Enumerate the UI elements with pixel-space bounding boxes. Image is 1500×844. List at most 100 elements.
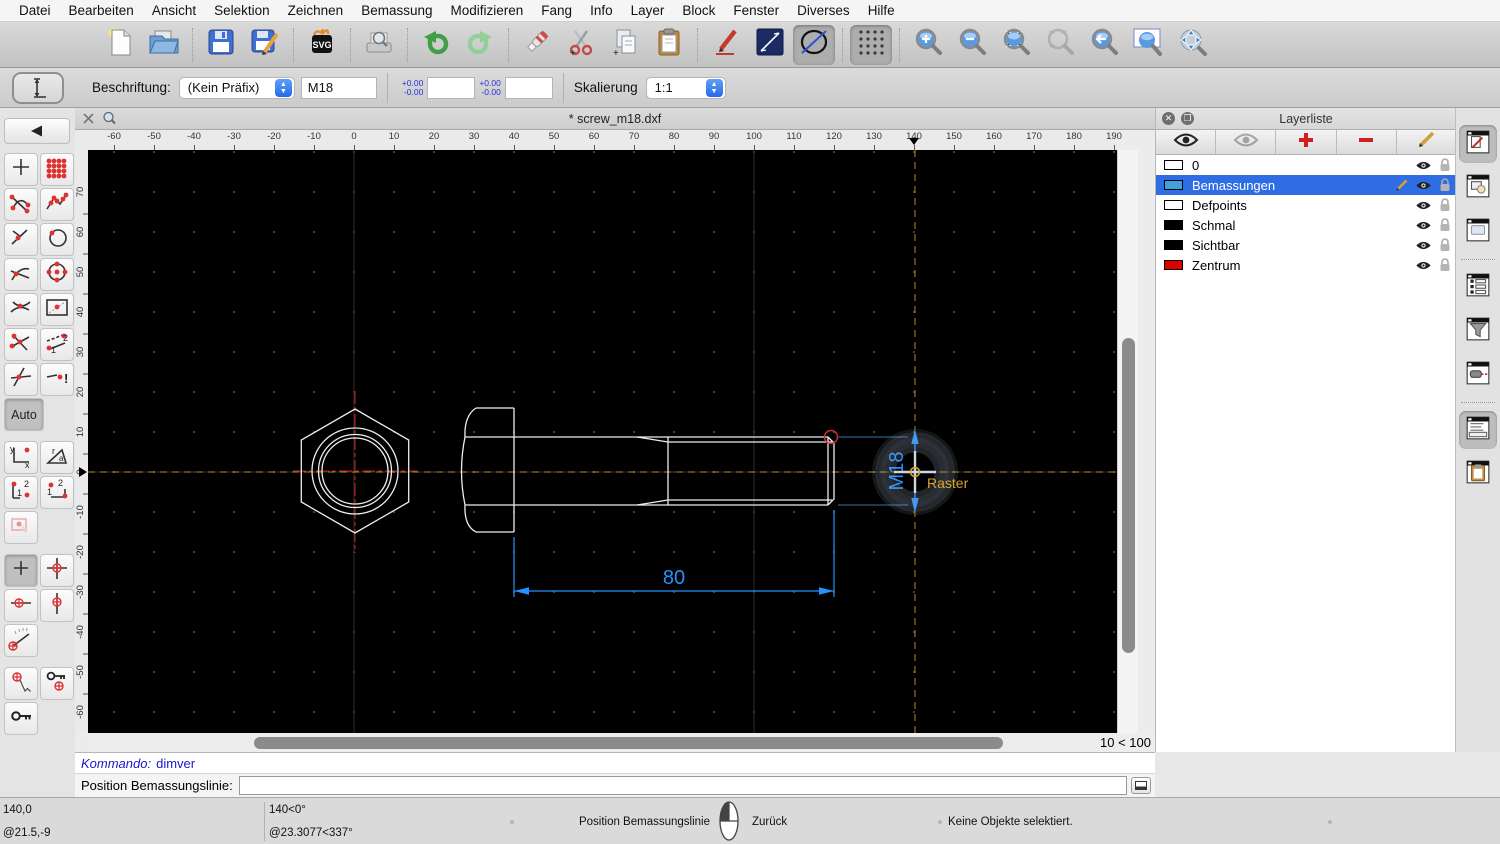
property-editor-toggle-button[interactable] [1459,125,1497,163]
selection-tool-button[interactable] [4,511,38,544]
horizontal-scrollbar[interactable]: 10 < 100 [88,733,1155,753]
layer-row-defpoints[interactable]: Defpoints [1156,195,1456,215]
zoom-window-button[interactable] [1127,25,1169,65]
layer-lock-icon[interactable] [1434,158,1456,172]
snap-middle-button[interactable] [4,293,38,326]
zoom-auto-button[interactable] [995,25,1037,65]
menu-datei[interactable]: Datei [10,0,60,22]
snap-tangent-button[interactable] [4,258,38,291]
menu-selektion[interactable]: Selektion [205,0,279,22]
circle-attributes-button[interactable] [793,24,835,65]
panel-close-icon[interactable]: ✕ [1162,112,1175,125]
layer-visibility-icon[interactable] [1412,240,1434,251]
zoom-pan-button[interactable] [1171,25,1213,65]
layer-color-swatch[interactable] [1164,260,1183,270]
menu-zeichnen[interactable]: Zeichnen [279,0,353,22]
restrict-off-button[interactable] [4,554,38,587]
dimension-80[interactable]: 80 [513,510,835,597]
menu-fenster[interactable]: Fenster [724,0,788,22]
layer-visibility-icon[interactable] [1412,180,1434,191]
panel-detach-icon[interactable]: ❐ [1181,112,1194,125]
tolerance1-input[interactable] [427,76,476,99]
layer-edit-pencil-icon[interactable] [1390,179,1412,192]
copy-button[interactable]: + [604,25,646,65]
layer-row-zentrum[interactable]: Zentrum [1156,255,1456,275]
redo-button[interactable] [459,25,501,65]
library-browser-toggle-button[interactable] [1459,213,1497,251]
snap-perpendicular-button[interactable] [4,223,38,256]
menu-fang[interactable]: Fang [532,0,581,22]
zoom-selection-button[interactable] [1039,25,1081,65]
grid-toggle-button[interactable] [850,24,892,65]
command-line-toggle-button[interactable] [1459,411,1497,449]
remove-layer-button[interactable] [1337,130,1397,154]
undo-button[interactable] [415,25,457,65]
save-button[interactable] [200,25,242,65]
restrict-orthogonal-button[interactable] [40,554,74,587]
menu-bearbeiten[interactable]: Bearbeiten [60,0,143,22]
layer-color-swatch[interactable] [1164,220,1183,230]
snap-entity-point-button[interactable] [40,223,74,256]
dimension-text-input[interactable] [300,76,377,99]
drawing-canvas[interactable]: 80 M18 Raster [88,150,1117,733]
print-preview-button[interactable] [358,25,400,65]
coord-polar-button[interactable]: ra [40,441,74,474]
angle-meter-button[interactable] [4,624,38,657]
paste-button[interactable] [648,25,690,65]
scale-combobox[interactable]: 1:1 ▲ ▼ [645,76,726,99]
snap-exclude-button[interactable]: ! [40,363,74,396]
line-attributes-button[interactable] [749,25,791,65]
restrict-vertical-button[interactable] [40,589,74,622]
hide-all-layers-button[interactable] [1216,130,1277,154]
svg-export-button[interactable]: SVG [301,25,343,65]
layer-visibility-icon[interactable] [1412,260,1434,271]
horizontal-scrollbar-thumb[interactable] [254,737,1003,749]
zoom-out-button[interactable] [951,25,993,65]
layer-lock-icon[interactable] [1434,198,1456,212]
lock-relative-zero-button[interactable] [4,702,38,735]
command-trigger-toggle-button[interactable] [1459,356,1497,394]
tolerance2-input[interactable] [504,76,553,99]
layer-row-bemassungen[interactable]: Bemassungen [1156,175,1456,195]
save-as-button[interactable] [244,25,286,65]
layer-lock-icon[interactable] [1434,178,1456,192]
menu-diverses[interactable]: Diverses [788,0,859,22]
layer-lock-icon[interactable] [1434,218,1456,232]
open-file-button[interactable] [143,25,185,65]
set-relative-zero-button[interactable] [40,667,74,700]
prefix-combobox[interactable]: (Kein Präfix) ▲ ▼ [178,76,295,99]
selection-filter-toggle-button[interactable] [1459,312,1497,350]
block-list-toggle-button[interactable] [1459,169,1497,207]
menu-modifizieren[interactable]: Modifizieren [442,0,533,22]
snap-free-button[interactable] [4,153,38,186]
delete-button[interactable] [516,25,558,65]
layer-row-sichtbar[interactable]: Sichtbar [1156,235,1456,255]
layer-visibility-icon[interactable] [1412,200,1434,211]
command-input[interactable] [238,776,1127,795]
snap-endpoints-button[interactable] [4,188,38,221]
layer-row-0[interactable]: 0 [1156,155,1456,175]
vertical-scrollbar[interactable] [1117,150,1138,733]
coord-corner-1-button[interactable]: 12 [4,476,38,509]
snap-cross-button[interactable] [4,363,38,396]
snap-reference-button[interactable] [40,293,74,326]
auto-button[interactable]: Auto [4,398,44,431]
dimension-vertical-tool-button[interactable] [12,72,64,104]
layer-list-toggle-button[interactable] [1459,268,1497,306]
menu-hilfe[interactable]: Hilfe [859,0,904,22]
layer-lock-icon[interactable] [1434,258,1456,272]
menu-info[interactable]: Info [581,0,622,22]
layer-lock-icon[interactable] [1434,238,1456,252]
snap-grid-button[interactable] [40,153,74,186]
zoom-previous-button[interactable] [1083,25,1125,65]
snap-intersection-auto-button[interactable] [4,328,38,361]
snap-center-button[interactable] [40,258,74,291]
snap-intersection-manual-button[interactable]: 12 [40,328,74,361]
restrict-horizontal-button[interactable] [4,589,38,622]
snap-on-entity-button[interactable] [40,188,74,221]
layer-color-swatch[interactable] [1164,200,1183,210]
layer-visibility-icon[interactable] [1412,220,1434,231]
layer-color-swatch[interactable] [1164,240,1183,250]
menu-ansicht[interactable]: Ansicht [143,0,205,22]
show-all-layers-button[interactable] [1156,130,1217,154]
